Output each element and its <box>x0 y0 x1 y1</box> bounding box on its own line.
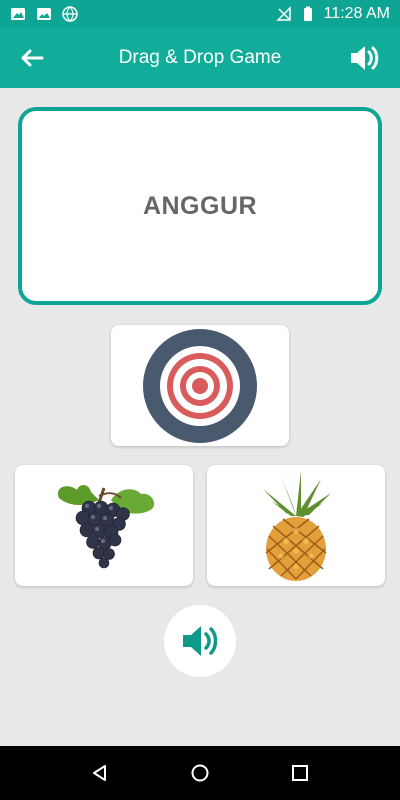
drop-target-card[interactable] <box>111 325 289 446</box>
app-bar: Drag & Drop Game <box>0 28 400 88</box>
signal-off-icon <box>275 6 291 21</box>
back-arrow-icon[interactable] <box>18 46 46 70</box>
speaker-icon <box>183 626 218 656</box>
option-card-pineapple[interactable] <box>207 465 385 586</box>
word-text: ANGGUR <box>142 191 258 220</box>
home-nav-icon[interactable] <box>190 763 210 783</box>
system-nav-bar <box>0 746 400 800</box>
status-icons-left <box>10 6 78 22</box>
notification-gallery-icon <box>37 8 51 20</box>
status-icons-right: 11:28 AM <box>275 5 390 23</box>
target-icon <box>143 328 257 443</box>
back-nav-icon[interactable] <box>90 763 110 783</box>
option-card-grapes[interactable] <box>15 465 193 586</box>
grapes-image <box>58 484 155 569</box>
page-title: Drag & Drop Game <box>118 47 282 68</box>
pineapple-image <box>263 470 331 581</box>
battery-icon <box>303 6 312 21</box>
speaker-icon[interactable] <box>348 43 380 73</box>
word-card: ANGGUR <box>18 107 382 305</box>
notification-image-icon <box>11 8 25 20</box>
status-time: 11:28 AM <box>323 5 390 22</box>
recents-nav-icon[interactable] <box>290 763 310 783</box>
play-sound-button[interactable] <box>164 605 236 677</box>
notification-globe-icon <box>62 6 78 22</box>
status-bar: 11:28 AM <box>0 0 400 28</box>
